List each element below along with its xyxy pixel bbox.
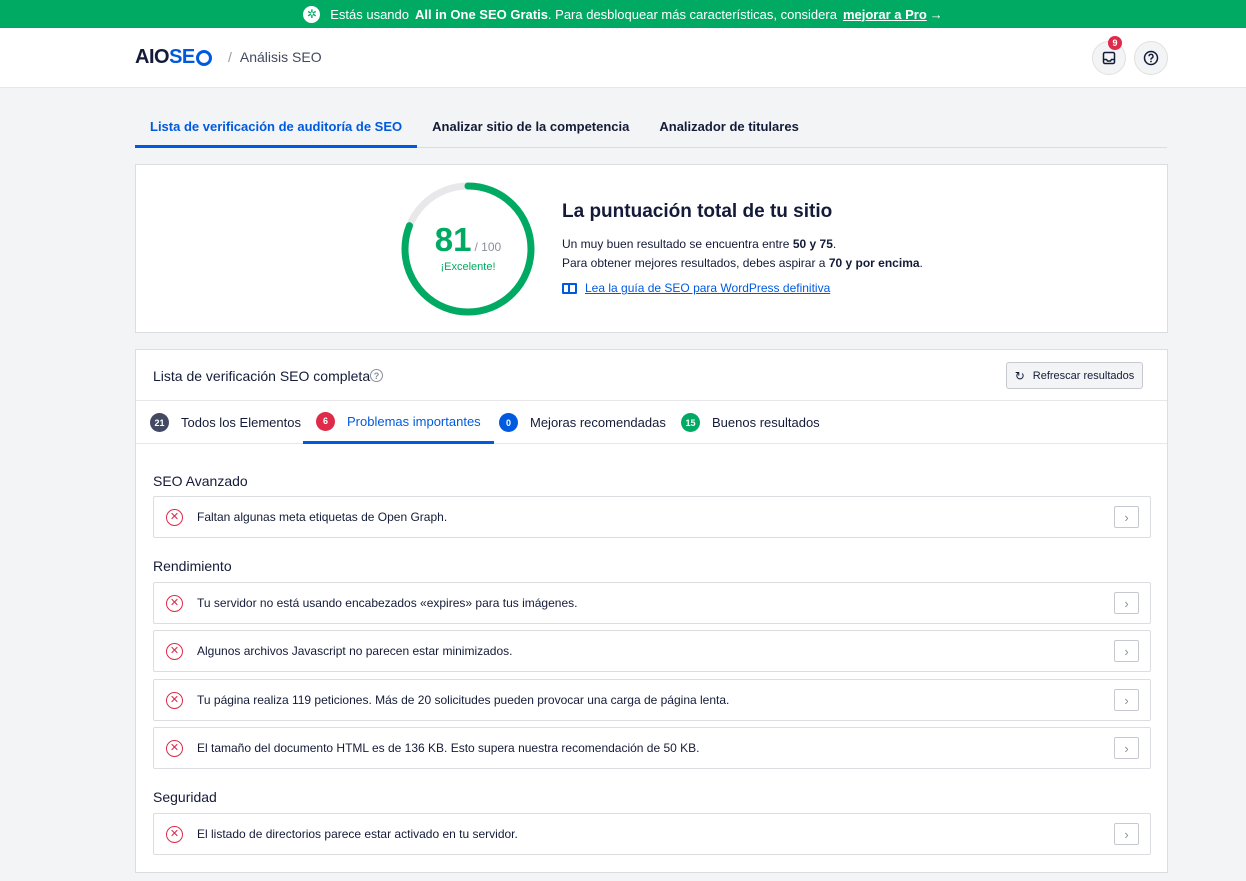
list-item[interactable]: ✕ Tu página realiza 119 peticiones. Más … bbox=[153, 679, 1151, 721]
score-line-1-bold: 50 y 75 bbox=[792, 237, 833, 251]
error-icon: ✕ bbox=[166, 642, 183, 660]
list-item-text: El tamaño del documento HTML es de 136 K… bbox=[197, 741, 700, 755]
list-item-text: El listado de directorios parece estar a… bbox=[197, 827, 518, 841]
score-line-1-end: . bbox=[832, 237, 837, 251]
checklist-header: Lista de verificación SEO completa ? ↻ R… bbox=[136, 350, 1167, 401]
promo-text-bold: All in One SEO Gratis bbox=[415, 6, 548, 22]
error-icon: ✕ bbox=[166, 594, 183, 612]
score-line-2-end: . bbox=[919, 256, 923, 270]
list-item[interactable]: ✕ Algunos archivos Javascript no parecen… bbox=[153, 630, 1151, 672]
subtab-good-results[interactable]: 15 Buenos resultados bbox=[681, 401, 820, 444]
subtab-recommended-improvements[interactable]: 0 Mejoras recomendadas bbox=[499, 401, 666, 444]
refresh-results-button[interactable]: ↻ Refrescar resultados bbox=[1006, 362, 1143, 389]
breadcrumb-current: Análisis SEO bbox=[239, 49, 322, 65]
subtab-label: Buenos resultados bbox=[712, 415, 820, 430]
inbox-icon bbox=[1102, 51, 1116, 65]
logo-seo-text: SE bbox=[169, 46, 195, 68]
refresh-results-label: Refrescar resultados bbox=[1032, 369, 1135, 382]
subtab-label: Problemas importantes bbox=[347, 413, 481, 429]
tab-seo-audit-checklist[interactable]: Lista de verificación de auditoría de SE… bbox=[135, 107, 418, 148]
score-info: La puntuación total de tu sitio Un muy b… bbox=[562, 201, 923, 295]
score-line-1-text: Un muy buen resultado se encuentra entre bbox=[562, 237, 790, 251]
checklist-subtabs: 21 Todos los Elementos 6 Problemas impor… bbox=[136, 401, 1167, 444]
chevron-right-icon[interactable]: › bbox=[1114, 823, 1139, 845]
arrow-right-icon: → bbox=[929, 6, 943, 22]
score-value: 81 bbox=[434, 221, 472, 258]
checklist-title: Lista de verificación SEO completa bbox=[153, 368, 371, 384]
score-card: 81 / 100 ¡Excelente! La puntuación total… bbox=[135, 164, 1168, 333]
chevron-right-icon[interactable]: › bbox=[1114, 640, 1139, 662]
error-icon: ✕ bbox=[166, 739, 183, 757]
book-icon bbox=[562, 282, 577, 294]
question-icon bbox=[1143, 50, 1159, 66]
notifications-button[interactable]: 9 bbox=[1092, 36, 1126, 75]
score-line-2: Para obtener mejores resultados, debes a… bbox=[562, 254, 923, 273]
chevron-right-icon[interactable]: › bbox=[1114, 506, 1139, 528]
logo-aio-text: AIO bbox=[135, 46, 170, 68]
list-item-text: Algunos archivos Javascript no parecen e… bbox=[197, 644, 513, 658]
count-badge: 21 bbox=[150, 413, 169, 432]
promo-banner: ✲ Estás usando All in One SEO Gratis. Pa… bbox=[0, 0, 1246, 28]
list-item-text: Tu página realiza 119 peticiones. Más de… bbox=[197, 693, 730, 707]
breadcrumb: / Análisis SEO bbox=[228, 49, 322, 65]
upgrade-link[interactable]: mejorar a Pro bbox=[843, 7, 927, 22]
promo-text-pre: Estás usando bbox=[330, 6, 409, 22]
section-advanced-seo: SEO Avanzado bbox=[153, 473, 248, 489]
error-icon: ✕ bbox=[166, 691, 183, 709]
help-button[interactable] bbox=[1134, 41, 1168, 75]
help-tooltip-icon[interactable]: ? bbox=[370, 369, 383, 382]
chevron-right-icon[interactable]: › bbox=[1114, 592, 1139, 614]
error-icon: ✕ bbox=[166, 508, 183, 526]
tab-competitor-analysis[interactable]: Analizar sitio de la competencia bbox=[417, 107, 644, 148]
promo-text-mid: . Para desbloquear más características, … bbox=[547, 6, 837, 22]
tab-headline-analyzer[interactable]: Analizador de titulares bbox=[644, 107, 813, 148]
score-max: / 100 bbox=[474, 240, 502, 254]
notifications-badge: 9 bbox=[1108, 36, 1122, 50]
breadcrumb-separator: / bbox=[228, 49, 232, 65]
seo-guide-link-text: Lea la guía de SEO para WordPress defini… bbox=[585, 281, 831, 295]
score-rating: ¡Excelente! bbox=[440, 261, 496, 273]
section-security: Seguridad bbox=[153, 789, 217, 805]
list-item[interactable]: ✕ Faltan algunas meta etiquetas de Open … bbox=[153, 496, 1151, 538]
gear-icon: ✲ bbox=[303, 5, 321, 23]
subtab-label: Todos los Elementos bbox=[181, 415, 301, 430]
subtab-important-issues[interactable]: 6 Problemas importantes bbox=[303, 401, 494, 444]
checklist-card: Lista de verificación SEO completa ? ↻ R… bbox=[135, 349, 1168, 873]
subtab-all-items[interactable]: 21 Todos los Elementos bbox=[150, 401, 301, 444]
score-line-1: Un muy buen resultado se encuentra entre… bbox=[562, 235, 923, 254]
subtab-label: Mejoras recomendadas bbox=[530, 415, 666, 430]
list-item[interactable]: ✕ El listado de directorios parece estar… bbox=[153, 813, 1151, 855]
gauge-text: 81 / 100 ¡Excelente! bbox=[400, 181, 536, 317]
chevron-right-icon[interactable]: › bbox=[1114, 737, 1139, 759]
count-badge: 0 bbox=[499, 413, 518, 432]
section-performance: Rendimiento bbox=[153, 558, 232, 574]
error-icon: ✕ bbox=[166, 825, 183, 843]
count-badge: 6 bbox=[316, 411, 335, 431]
seo-guide-link[interactable]: Lea la guía de SEO para WordPress defini… bbox=[562, 281, 923, 295]
list-item[interactable]: ✕ El tamaño del documento HTML es de 136… bbox=[153, 727, 1151, 769]
score-line-2-text: Para obtener mejores resultados, debes a… bbox=[562, 256, 826, 270]
score-line-2-bold: 70 y por encima bbox=[828, 256, 920, 270]
list-item[interactable]: ✕ Tu servidor no está usando encabezados… bbox=[153, 582, 1151, 624]
count-badge: 15 bbox=[681, 413, 700, 432]
score-title: La puntuación total de tu sitio bbox=[562, 201, 833, 222]
refresh-icon: ↻ bbox=[1014, 368, 1025, 383]
main-tabs: Lista de verificación de auditoría de SE… bbox=[135, 107, 1167, 148]
list-item-text: Faltan algunas meta etiquetas de Open Gr… bbox=[197, 510, 448, 524]
chevron-right-icon[interactable]: › bbox=[1114, 689, 1139, 711]
aioseo-logo[interactable]: AIO SE bbox=[135, 46, 212, 69]
logo-gear-icon bbox=[195, 49, 212, 66]
list-item-text: Tu servidor no está usando encabezados «… bbox=[197, 596, 578, 610]
page-header: AIO SE / Análisis SEO 9 bbox=[0, 28, 1246, 88]
